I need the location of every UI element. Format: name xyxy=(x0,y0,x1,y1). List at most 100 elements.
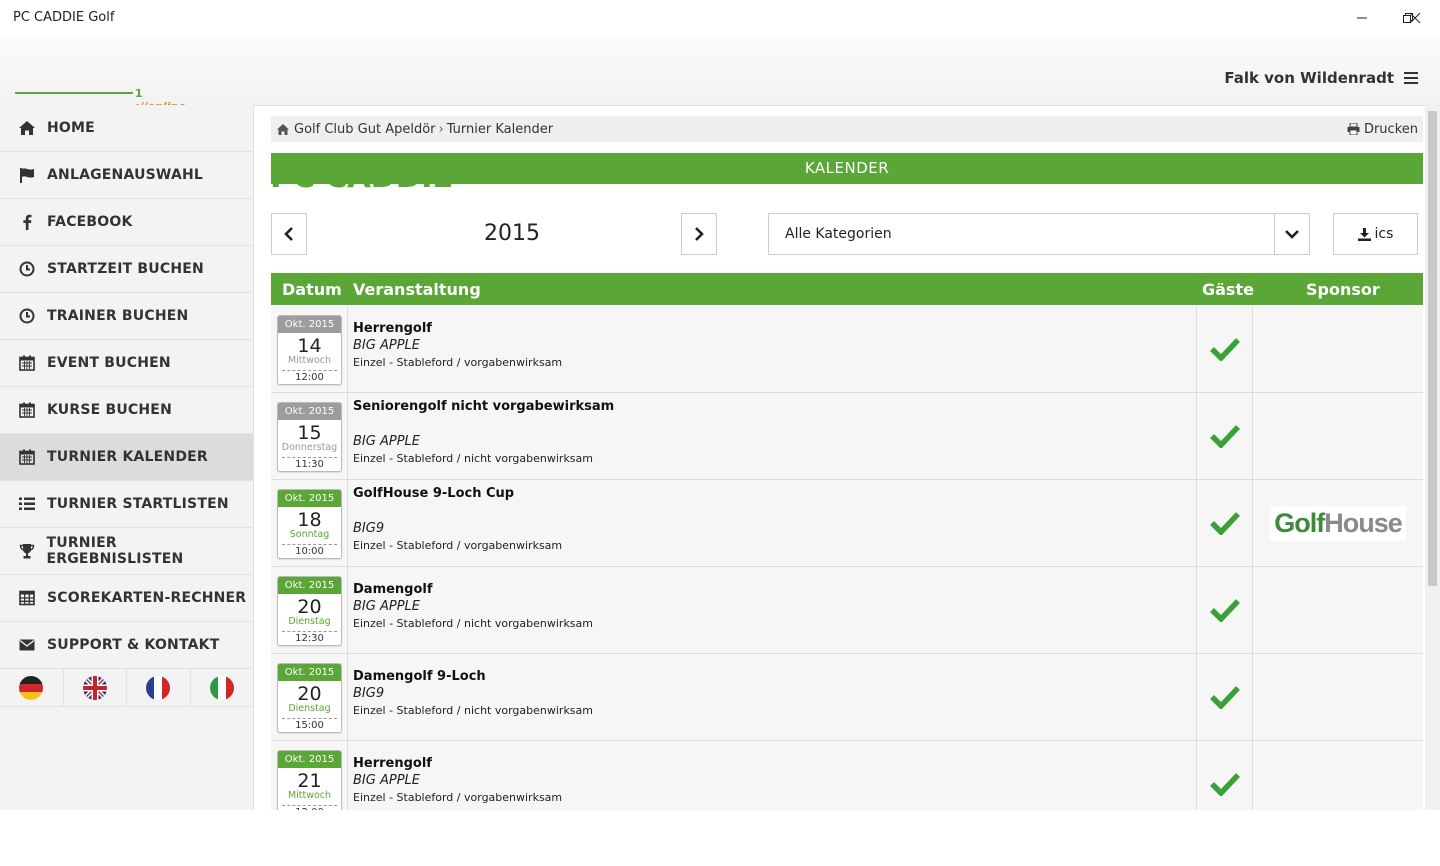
ics-download-button[interactable]: ics xyxy=(1333,213,1418,255)
category-select[interactable]: Alle Kategorien xyxy=(768,213,1310,255)
event-name[interactable]: Damengolf 9-Loch xyxy=(353,669,1183,684)
date-time: 12:30 xyxy=(282,631,337,645)
breadcrumb-club[interactable]: Golf Club Gut Apeldör xyxy=(294,122,436,137)
next-year-button[interactable] xyxy=(681,213,717,255)
event-name[interactable]: Herrengolf xyxy=(353,321,1183,336)
sponsor-cell: GolfHouse xyxy=(1253,480,1423,566)
date-day: 21 xyxy=(297,770,322,792)
chevron-down-icon xyxy=(1274,214,1309,254)
minimize-icon xyxy=(1357,17,1367,19)
date-weekday: Donnerstag xyxy=(281,442,338,453)
sponsor-logo-golfhouse[interactable]: GolfHouse xyxy=(1270,505,1406,541)
date-badge: Okt. 2015 15 Donnerstag 11:30 xyxy=(277,402,342,472)
checkmark-icon xyxy=(1209,338,1240,361)
download-icon xyxy=(1357,227,1371,241)
table-row[interactable]: Okt. 2015 18 Sonntag 10:00 GolfHouse 9-Loch … xyxy=(271,480,1423,567)
date-weekday: Mittwoch xyxy=(287,355,332,366)
sponsor-cell xyxy=(1253,741,1423,810)
event-category: BIG APPLE xyxy=(353,434,420,449)
user-menu[interactable]: Falk von Wildenradt xyxy=(1224,69,1418,87)
event-name[interactable]: Seniorengolf nicht vorgabewirksam xyxy=(353,399,1183,414)
calendar-icon xyxy=(18,401,36,419)
app-header: PC CADDIE 1 ://online Falk von Wildenrad… xyxy=(0,36,1440,193)
event-cell: Herrengolf BIG APPLE Einzel - Stableford /… xyxy=(353,756,1183,804)
italian-flag-icon xyxy=(209,675,234,700)
sidebar-item-label: TRAINER BUCHEN xyxy=(47,308,189,324)
table-header: Datum Veranstaltung Gäste Sponsor xyxy=(271,273,1423,305)
home-icon xyxy=(18,119,36,137)
column-header-event[interactable]: Veranstaltung xyxy=(353,280,481,299)
date-badge: Okt. 2015 14 Mittwoch 12:00 xyxy=(277,315,342,385)
date-month: Okt. 2015 xyxy=(278,577,341,594)
table-row[interactable]: Okt. 2015 14 Mittwoch 12:00 Herrengolf BIG AP… xyxy=(271,306,1423,393)
sidebar-item-facebook[interactable]: FACEBOOK xyxy=(0,199,253,246)
date-day: 14 xyxy=(297,335,322,357)
language-fr[interactable] xyxy=(127,669,191,706)
date-day: 20 xyxy=(297,683,322,705)
table-row[interactable]: Okt. 2015 21Mittwoch 12:00 Herrengolf BIG AP… xyxy=(271,741,1423,810)
calendar-heading: KALENDER xyxy=(271,153,1423,184)
date-cell: Okt. 2015 20 Dienstag 15:00 xyxy=(271,654,348,740)
main-content: Golf Club Gut Apeldör › Turnier Kalender… xyxy=(255,105,1425,810)
language-it[interactable] xyxy=(191,669,254,706)
sidebar-item-kurse-buchen[interactable]: KURSE BUCHEN xyxy=(0,387,253,434)
pc-caddie-logo[interactable]: PC CADDIE 1 ://online xyxy=(15,56,453,193)
minimize-button[interactable] xyxy=(1339,0,1385,36)
date-month: Okt. 2015 xyxy=(278,490,341,507)
event-category: BIG APPLE xyxy=(353,773,420,788)
column-header-guests[interactable]: Gäste xyxy=(1202,280,1254,299)
column-header-date[interactable]: Datum xyxy=(282,280,342,299)
event-name[interactable]: Herrengolf xyxy=(353,756,1183,771)
logo-underline xyxy=(15,92,133,94)
sidebar-item-support-and-kontakt[interactable]: SUPPORT & KONTAKT xyxy=(0,622,253,669)
window-titlebar: PC CADDIE Golf xyxy=(0,0,1440,36)
date-badge: Okt. 2015 18 Sonntag 10:00 xyxy=(277,489,342,559)
tournament-table-body: Okt. 2015 14 Mittwoch 12:00 Herrengolf BIG AP… xyxy=(271,306,1423,810)
sidebar-item-scorekarten-rechner[interactable]: SCOREKARTEN-RECHNER xyxy=(0,575,253,622)
date-time: 10:00 xyxy=(282,544,337,558)
event-mode: Einzel - Stableford / vorgabenwirksam xyxy=(353,791,563,804)
scrollbar[interactable] xyxy=(1425,105,1440,810)
sidebar-item-anlagenauswahl[interactable]: ANLAGENAUSWAHL xyxy=(0,152,253,199)
sidebar-item-label: ANLAGENAUSWAHL xyxy=(47,167,204,183)
table-row[interactable]: Okt. 2015 20 Dienstag 12:30 Damengolf BIG APP… xyxy=(271,567,1423,654)
clock-icon xyxy=(18,307,36,325)
sidebar-item-home[interactable]: HOME xyxy=(0,105,253,152)
table-row[interactable]: Okt. 2015 15 Donnerstag 11:30 Seniorengolf n… xyxy=(271,393,1423,480)
event-mode: Einzel - Stableford / nicht vorgabenwirk… xyxy=(353,704,593,717)
sidebar-item-startzeit-buchen[interactable]: STARTZEIT BUCHEN xyxy=(0,246,253,293)
date-cell: Okt. 2015 15 Donnerstag 11:30 xyxy=(271,393,348,479)
scrollbar-thumb[interactable] xyxy=(1428,111,1437,586)
date-time: 12:00 xyxy=(282,805,337,810)
ics-label: ics xyxy=(1374,226,1394,242)
table-row[interactable]: Okt. 2015 20 Dienstag 15:00 Damengolf 9-Loch… xyxy=(271,654,1423,741)
date-time: 15:00 xyxy=(282,718,337,732)
sidebar-item-turnier-kalender[interactable]: TURNIER KALENDER xyxy=(0,434,253,481)
event-name[interactable]: GolfHouse 9-Loch Cup xyxy=(353,486,1183,501)
hamburger-icon xyxy=(1404,72,1418,84)
language-en[interactable] xyxy=(64,669,127,706)
sidebar-item-event-buchen[interactable]: EVENT BUCHEN xyxy=(0,340,253,387)
previous-year-button[interactable] xyxy=(271,213,307,255)
guests-cell xyxy=(1196,741,1253,810)
sidebar-item-label: TURNIER KALENDER xyxy=(47,449,208,465)
print-button[interactable]: Drucken xyxy=(1347,122,1418,137)
event-category: BIG APPLE xyxy=(353,599,420,614)
event-name[interactable]: Damengolf xyxy=(353,582,1183,597)
column-header-sponsor[interactable]: Sponsor xyxy=(1306,280,1380,299)
envelope-icon xyxy=(18,636,36,654)
sponsor-cell xyxy=(1253,306,1423,392)
sidebar-item-label: HOME xyxy=(47,120,95,136)
checkmark-icon xyxy=(1209,773,1240,796)
sidebar-item-turnier-ergebnislisten[interactable]: TURNIER ERGEBNISLISTEN xyxy=(0,528,253,575)
sidebar-item-turnier-startlisten[interactable]: TURNIER STARTLISTEN xyxy=(0,481,253,528)
date-badge: Okt. 2015 21Mittwoch 12:00 xyxy=(277,750,342,810)
close-button[interactable] xyxy=(1392,0,1438,36)
sidebar: HOME ANLAGENAUSWAHL FACEBOOK STARTZEIT BUCH… xyxy=(0,105,254,810)
sidebar-item-trainer-buchen[interactable]: TRAINER BUCHEN xyxy=(0,293,253,340)
sidebar-item-label: SUPPORT & KONTAKT xyxy=(47,637,220,653)
clock-icon xyxy=(18,260,36,278)
language-de[interactable] xyxy=(0,669,64,706)
home-icon xyxy=(277,123,289,135)
sidebar-item-label: TURNIER STARTLISTEN xyxy=(47,496,229,512)
